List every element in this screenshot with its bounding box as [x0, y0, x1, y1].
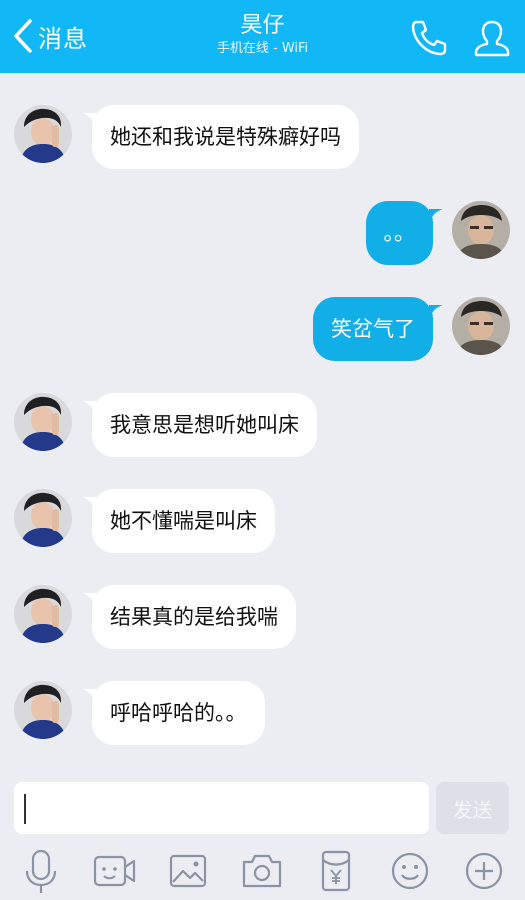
microphone-icon — [25, 849, 57, 893]
message-row: 我意思是想听她叫床 — [0, 393, 525, 457]
avatar-image — [14, 585, 72, 643]
contact-avatar[interactable] — [14, 105, 72, 163]
message-row: 呼哈呼哈的。。 — [0, 681, 525, 745]
input-toolbar — [0, 847, 525, 895]
message-list[interactable]: 她还和我说是特殊癖好吗 。。 笑岔气了 我意思是想听她叫床 她不懂喘是叫床 结果… — [0, 73, 525, 773]
emoji-button[interactable] — [386, 847, 434, 895]
text-caret — [24, 794, 26, 824]
message-row: 她还和我说是特殊癖好吗 — [0, 105, 525, 169]
send-button[interactable]: 发送 — [436, 782, 509, 834]
plus-icon — [465, 852, 503, 890]
message-row: 。。 — [0, 201, 525, 265]
emoji-icon — [391, 852, 429, 890]
avatar-image — [14, 489, 72, 547]
avatar-image — [14, 681, 72, 739]
avatar-image — [452, 201, 510, 259]
received-message-bubble[interactable]: 结果真的是给我喘 — [92, 585, 296, 649]
camera-button[interactable] — [238, 847, 286, 895]
camera-icon — [242, 854, 282, 888]
call-button[interactable] — [408, 18, 448, 58]
contact-avatar[interactable] — [14, 585, 72, 643]
avatar-image — [14, 105, 72, 163]
contact-avatar[interactable] — [14, 681, 72, 739]
received-message-bubble[interactable]: 她还和我说是特殊癖好吗 — [92, 105, 359, 169]
more-button[interactable] — [460, 847, 508, 895]
red-packet-button[interactable] — [312, 847, 360, 895]
received-message-bubble[interactable]: 我意思是想听她叫床 — [92, 393, 317, 457]
chevron-left-icon — [14, 19, 32, 53]
received-message-bubble[interactable]: 她不懂喘是叫床 — [92, 489, 275, 553]
back-button[interactable]: 消息 — [12, 16, 88, 56]
chat-header: 消息 昊仔 手机在线 - WiFi — [0, 0, 525, 73]
sent-message-bubble[interactable]: 。。 — [365, 201, 433, 265]
message-input[interactable] — [14, 782, 429, 834]
title-block: 昊仔 手机在线 - WiFi — [150, 12, 375, 58]
message-row: 结果真的是给我喘 — [0, 585, 525, 649]
online-status: 手机在线 - WiFi — [216, 41, 309, 56]
video-icon — [93, 855, 136, 887]
phone-icon — [411, 20, 447, 56]
photo-button[interactable] — [164, 847, 212, 895]
avatar-image — [452, 297, 510, 355]
contact-profile-button[interactable] — [472, 18, 512, 58]
message-row: 她不懂喘是叫床 — [0, 489, 525, 553]
user-avatar[interactable] — [452, 297, 510, 355]
voice-button[interactable] — [17, 847, 65, 895]
message-row: 笑岔气了 — [0, 297, 525, 361]
person-icon — [474, 20, 510, 57]
sent-message-bubble[interactable]: 笑岔气了 — [313, 297, 433, 361]
image-icon — [169, 854, 207, 888]
contact-name: 昊仔 — [240, 13, 285, 38]
avatar-image — [14, 393, 72, 451]
red-packet-icon — [321, 850, 351, 892]
back-label: 消息 — [38, 24, 88, 53]
user-avatar[interactable] — [452, 201, 510, 259]
contact-avatar[interactable] — [14, 489, 72, 547]
video-call-button[interactable] — [90, 847, 138, 895]
received-message-bubble[interactable]: 呼哈呼哈的。。 — [92, 681, 265, 745]
composer-bar: 发送 — [0, 773, 525, 900]
contact-avatar[interactable] — [14, 393, 72, 451]
